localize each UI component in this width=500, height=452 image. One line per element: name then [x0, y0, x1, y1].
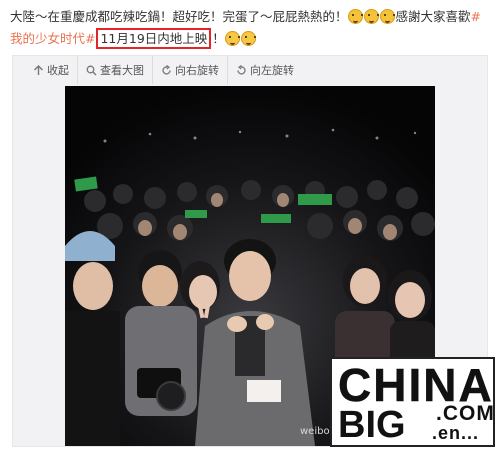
- rotate-left-button[interactable]: 向左旋转: [228, 56, 302, 84]
- post-text-part2: 感謝大家喜歡: [395, 9, 471, 24]
- rotate-right-label: 向右旋转: [175, 64, 219, 77]
- magnifier-icon: [86, 65, 97, 75]
- photo-caption: weibo: [300, 426, 330, 437]
- highlighted-release-date: 11月19日内地上映: [96, 28, 212, 49]
- rotate-right-icon: [162, 64, 171, 75]
- watermark-line1: CHINA: [338, 359, 494, 411]
- view-large-button[interactable]: 查看大图: [78, 56, 153, 84]
- rotate-right-button[interactable]: 向右旋转: [153, 56, 228, 84]
- post-text: 大陸～在重慶成都吃辣吃鍋！超好吃！完蛋了～屁屁熱熱的！ 感謝大家喜歡#我的少女时代…: [10, 6, 492, 50]
- smirk-emoji-icon: [224, 31, 240, 46]
- post-text-part3: ！: [212, 31, 225, 46]
- view-large-label: 查看大图: [100, 64, 144, 77]
- rotate-left-label: 向左旋转: [250, 64, 294, 77]
- laugh-cry-emoji-icon: [379, 9, 395, 24]
- rotate-left-icon: [237, 64, 246, 75]
- post-text-part1: 大陸～在重慶成都吃辣吃鍋！超好吃！完蛋了～屁屁熱熱的！: [10, 9, 348, 24]
- laugh-cry-emoji-icon: [347, 9, 363, 24]
- site-watermark-logo: CHINA BIG .COM .en...: [330, 357, 495, 447]
- collapse-button[interactable]: 收起: [25, 56, 78, 84]
- smirk-emoji-icon: [240, 31, 256, 46]
- watermark-line2: BIG: [338, 404, 406, 446]
- laugh-cry-emoji-icon: [363, 9, 379, 24]
- image-toolbar: 收起 查看大图 向右旋转 向左旋转: [13, 56, 487, 84]
- watermark-line4: .en...: [432, 423, 480, 443]
- watermark-line3: .COM: [436, 402, 495, 425]
- collapse-label: 收起: [47, 64, 69, 77]
- collapse-arrow-icon: [34, 64, 43, 75]
